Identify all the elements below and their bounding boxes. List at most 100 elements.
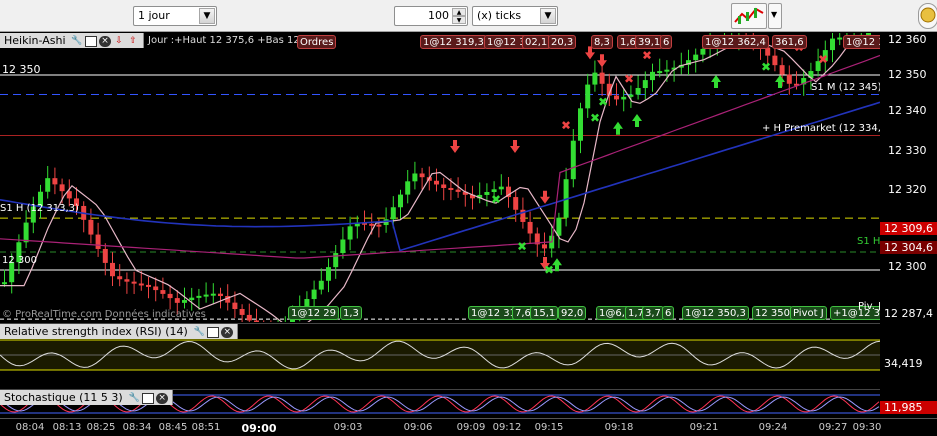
candle-down bbox=[102, 248, 108, 263]
order-tag-bottom[interactable]: 6 bbox=[662, 306, 675, 320]
candle-down bbox=[232, 302, 238, 310]
spin-down-icon[interactable]: ▼ bbox=[452, 16, 466, 24]
candle-down bbox=[772, 55, 778, 66]
candle-up bbox=[398, 194, 403, 208]
window-icon[interactable] bbox=[85, 35, 98, 47]
s1m-label: S1 M (12 345) bbox=[811, 82, 880, 93]
ma-blue-line bbox=[0, 101, 880, 252]
order-tag-top[interactable]: 20,3 bbox=[548, 35, 577, 49]
candle-up bbox=[592, 72, 598, 85]
units-value: 100 bbox=[428, 9, 449, 22]
rsi-y-axis: 34,419 bbox=[880, 323, 937, 388]
price-pane-header: Heikin-Ashi 🔧 × ⇩ ⇧ bbox=[0, 33, 145, 48]
window-icon[interactable] bbox=[142, 392, 155, 404]
prorealtime-chart-window: { "toolbar": { "period": "1 jour", "unit… bbox=[0, 0, 937, 436]
chevron-down-icon[interactable]: ▼ bbox=[199, 8, 215, 24]
candle-down bbox=[599, 72, 605, 84]
time-x-axis[interactable]: 08:04 08:13 08:25 08:34 08:45 08:51 09:00 09:03… bbox=[0, 418, 937, 436]
order-tag-top[interactable]: 1@12 362,4 bbox=[702, 35, 769, 49]
order-tag-bottom[interactable]: 1@12 350,3 bbox=[682, 306, 749, 320]
candle-up bbox=[189, 297, 195, 301]
exit-cross-marker: ✖ bbox=[624, 72, 634, 86]
alert-button[interactable] bbox=[918, 3, 937, 29]
spin-up-icon[interactable]: ▲ bbox=[452, 8, 466, 16]
order-tag-top[interactable]: 6 bbox=[660, 35, 673, 49]
order-tag-top[interactable]: 1@12 319,3 bbox=[420, 35, 487, 49]
candle-down bbox=[131, 281, 137, 284]
arrow-up-icon[interactable]: ⇧ bbox=[127, 36, 139, 47]
candle-up bbox=[203, 294, 209, 297]
chart-style-dropdown[interactable]: ▼ bbox=[768, 3, 782, 29]
order-tag-bottom[interactable]: Pivot J bbox=[790, 306, 827, 320]
chart-style-button[interactable] bbox=[731, 3, 767, 29]
candle-down bbox=[419, 173, 425, 178]
rsi-value-tag: 34,419 bbox=[880, 357, 937, 370]
y-tick: 12 330 bbox=[888, 144, 927, 157]
stochastic-pane-title: Stochastique (11 5 3) bbox=[4, 391, 123, 404]
close-icon[interactable]: × bbox=[221, 326, 234, 338]
x-tick-label: 09:12 bbox=[492, 422, 522, 433]
order-tag-top[interactable]: 02,1 bbox=[522, 35, 551, 49]
order-tag-top[interactable]: 361,6 bbox=[772, 35, 807, 49]
stochastic-pane[interactable]: Stochastique (11 5 3) 🔧 × bbox=[0, 389, 880, 418]
candle-up bbox=[2, 282, 7, 285]
close-icon[interactable]: × bbox=[156, 392, 169, 404]
candle-up bbox=[664, 69, 670, 72]
exit-cross-marker: ✖ bbox=[642, 48, 652, 62]
sell-arrow-marker bbox=[510, 140, 520, 153]
wrench-icon[interactable]: 🔧 bbox=[71, 36, 83, 47]
exit-cross-marker: ✖ bbox=[590, 111, 600, 125]
x-tick-label: 09:24 bbox=[758, 422, 788, 433]
price-y-axis[interactable]: 12 360 12 350 12 340 12 330 12 320 12 30… bbox=[880, 33, 937, 322]
x-tick-label: 08:25 bbox=[86, 422, 116, 433]
order-tag-top[interactable]: 8,3 bbox=[591, 35, 613, 49]
units-spinbox[interactable]: 100 ▲ ▼ bbox=[394, 6, 468, 26]
sell-arrow-marker bbox=[540, 190, 550, 204]
arrow-down-icon[interactable]: ⇩ bbox=[113, 36, 125, 47]
close-icon[interactable]: × bbox=[99, 35, 112, 47]
candle-down bbox=[376, 224, 382, 227]
candle-down bbox=[95, 234, 101, 249]
window-icon[interactable] bbox=[207, 326, 220, 338]
candle-up bbox=[621, 96, 627, 100]
period-select[interactable]: 1 jour ▼ bbox=[133, 6, 217, 26]
rsi-pane-header: Relative strength index (RSI) (14) 🔧 × bbox=[0, 324, 239, 339]
order-tag-bottom[interactable]: 15,1 bbox=[530, 306, 559, 320]
buy-arrow-marker bbox=[632, 114, 642, 127]
candle-up bbox=[318, 280, 324, 290]
s1h-left-label: S1 H (12 313,3) bbox=[0, 203, 79, 214]
period-value: 1 jour bbox=[138, 9, 170, 22]
x-tick-label: 09:30 bbox=[852, 422, 882, 433]
candle-up bbox=[405, 181, 411, 195]
x-tick-label: 08:04 bbox=[15, 422, 45, 433]
wrench-icon[interactable]: 🔧 bbox=[128, 393, 140, 404]
candle-down bbox=[167, 293, 173, 299]
units-type-select[interactable]: (x) ticks ▼ bbox=[472, 6, 558, 26]
order-tag-top[interactable]: 1@12 359 bbox=[843, 35, 880, 49]
order-tag-bottom[interactable]: 92,0 bbox=[558, 306, 587, 320]
candle-down bbox=[218, 293, 223, 297]
premarket-label: + H Premarket (12 334,5) bbox=[762, 123, 880, 134]
candle-up bbox=[837, 37, 843, 40]
order-tag-bottom[interactable]: 1@12 29 bbox=[288, 306, 339, 320]
x-tick-label: 09:27 bbox=[818, 422, 848, 433]
level-12350-label: 12 350 bbox=[2, 63, 41, 76]
candle-down bbox=[110, 262, 115, 277]
x-tick-label: 09:18 bbox=[604, 422, 634, 433]
y-tick: 12 300 bbox=[888, 260, 927, 273]
rsi-pane[interactable]: Relative strength index (RSI) (14) 🔧 × bbox=[0, 323, 880, 388]
wrench-icon[interactable]: 🔧 bbox=[193, 327, 205, 338]
buy-arrow-marker bbox=[613, 121, 623, 135]
stochastic-pane-header: Stochastique (11 5 3) 🔧 × bbox=[0, 390, 174, 405]
candle-down bbox=[542, 244, 547, 249]
candle-up bbox=[326, 267, 331, 281]
order-tag-bottom[interactable]: 3,7 bbox=[642, 306, 664, 320]
exit-cross-marker: ✖ bbox=[598, 95, 608, 109]
chevron-down-icon[interactable]: ▼ bbox=[540, 8, 556, 24]
sell-arrow-marker bbox=[597, 54, 607, 68]
candle-up bbox=[390, 207, 396, 220]
orders-tag[interactable]: Ordres bbox=[297, 35, 337, 49]
price-chart-pane[interactable]: ✖✖✖✖✖✖✖✖✖✖✖ Heikin-Ashi 🔧×⇩⇧ Jour :+Haut… bbox=[0, 33, 880, 322]
order-tag-bottom[interactable]: 1,3 bbox=[340, 306, 362, 320]
order-tag-bottom[interactable]: 12 350 bbox=[752, 306, 793, 320]
